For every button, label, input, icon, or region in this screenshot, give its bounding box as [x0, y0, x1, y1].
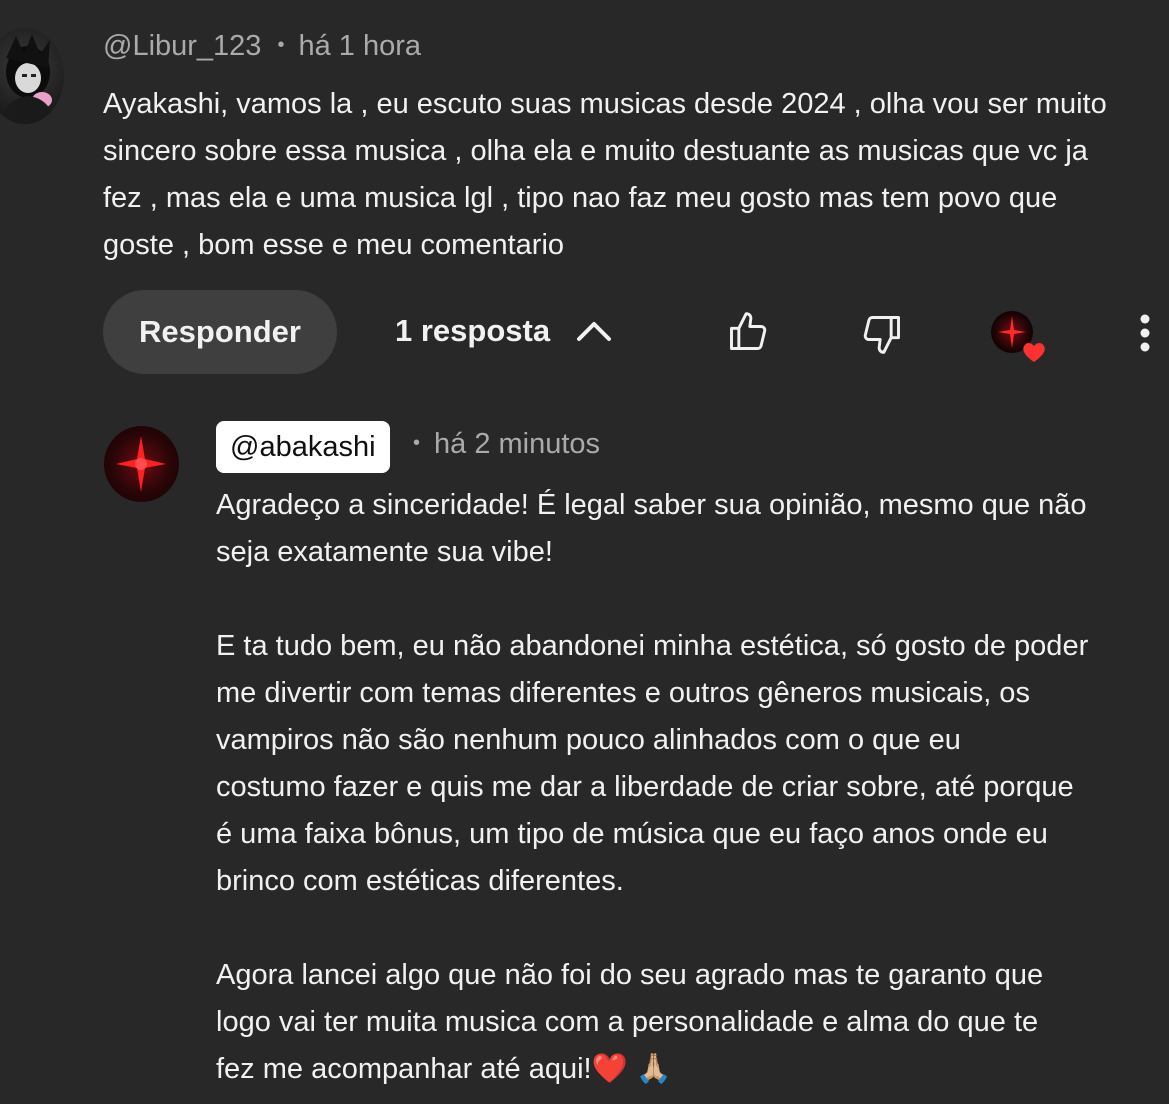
creator-heart-icon: [991, 311, 1045, 362]
creator-heart-badge: [990, 310, 1050, 366]
reply-meta: • há 2 minutos: [413, 428, 600, 461]
paragraph-break: [216, 576, 1156, 623]
comment-author[interactable]: @Libur_123: [103, 30, 261, 62]
reply-line: fez me acompanhar até aqui!❤️ 🙏🏼: [216, 1053, 672, 1085]
reply-line: seja exatamente sua vibe!: [216, 536, 553, 568]
reply-line: vampiros não são nenhum pouco alinhados …: [216, 724, 961, 756]
reply-line: costumo fazer e quis me dar a liberdade …: [216, 771, 1074, 803]
reply-line: é uma faixa bônus, um tipo de música que…: [216, 818, 1048, 850]
reply-time[interactable]: há 2 minutos: [434, 428, 600, 460]
replies-toggle[interactable]: 1 resposta: [395, 308, 612, 354]
comment-line: Ayakashi, vamos la , eu escuto suas musi…: [103, 88, 1107, 120]
reply-author-chip[interactable]: @abakashi: [216, 421, 390, 473]
meta-separator: •: [277, 34, 285, 56]
paragraph-break: [216, 905, 1156, 952]
reply-line: brinco com estéticas diferentes.: [216, 865, 624, 897]
comment-time[interactable]: há 1 hora: [298, 30, 421, 62]
more-options-button[interactable]: [1130, 308, 1160, 358]
comment-line: goste , bom esse e meu comentario: [103, 229, 565, 261]
thumbs-down-icon: [863, 316, 900, 354]
dislike-button[interactable]: [856, 308, 908, 360]
comment-line: fez , mas ela e uma musica lgl , tipo na…: [103, 182, 1058, 214]
commenter-avatar[interactable]: [0, 28, 64, 124]
like-button[interactable]: [722, 306, 774, 358]
replies-count-label: 1 resposta: [395, 313, 551, 348]
chevron-up-icon: [577, 322, 612, 341]
comment-line: sincero sobre essa musica , olha ela e m…: [103, 135, 1088, 167]
reply-line: E ta tudo bem, eu não abandonei minha es…: [216, 630, 1089, 662]
reply-button[interactable]: Responder: [103, 290, 337, 374]
thumbs-up-icon: [730, 312, 767, 350]
comment-text: Ayakashi, vamos la , eu escuto suas musi…: [103, 81, 1163, 269]
reply-line: Agradeço a sinceridade! É legal saber su…: [216, 489, 1087, 521]
reply-author-avatar[interactable]: [104, 426, 179, 502]
comment-header: @Libur_123 • há 1 hora: [103, 30, 421, 63]
reply-line: me divertir com temas diferentes e outro…: [216, 677, 1030, 709]
meta-separator: •: [413, 432, 421, 454]
more-vert-icon: [1140, 314, 1150, 352]
reply-line: logo vai ter muita musica com a personal…: [216, 1006, 1039, 1038]
reply-line: Agora lancei algo que não foi do seu agr…: [216, 959, 1044, 991]
reply-text: Agradeço a sinceridade! É legal saber su…: [216, 482, 1156, 1093]
